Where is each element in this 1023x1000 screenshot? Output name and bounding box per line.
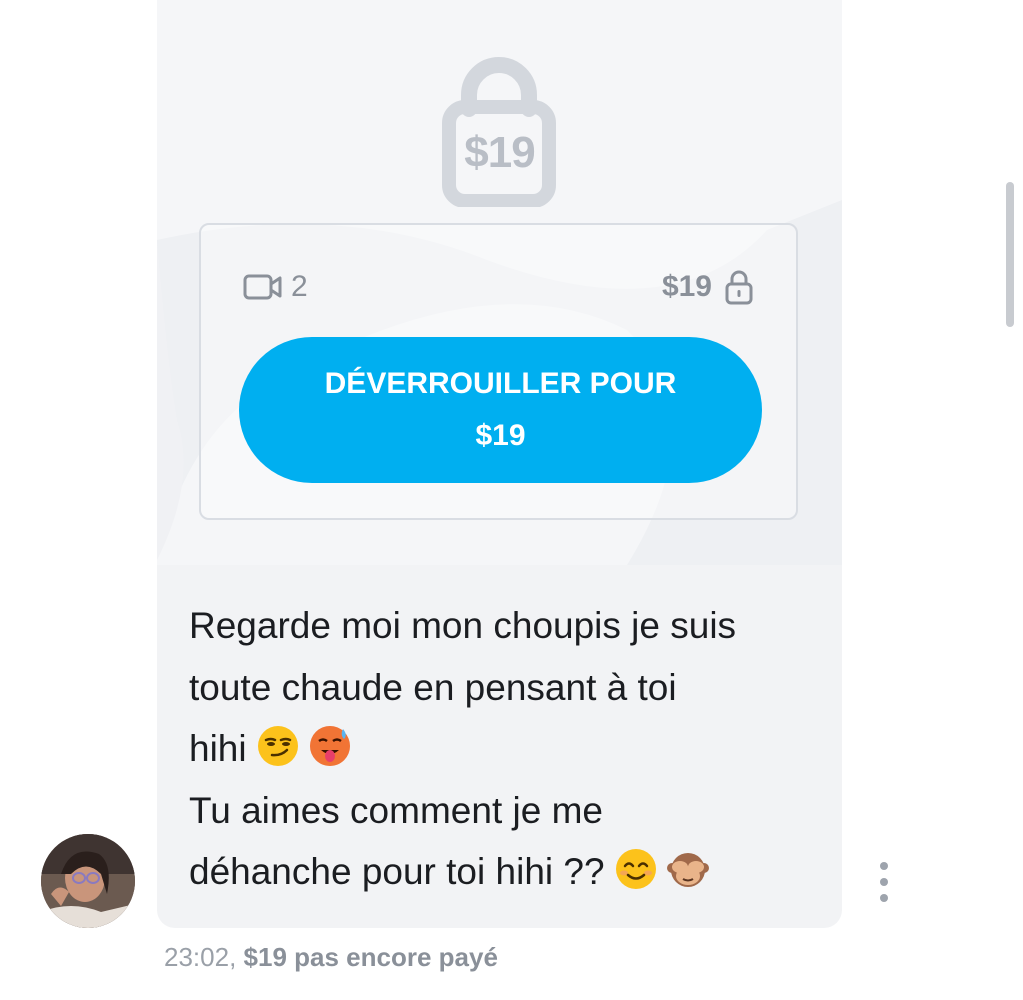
message-line-with-emoji: hihi (189, 718, 819, 780)
message-line: déhanche pour toi hihi ?? (189, 851, 605, 892)
media-info-box: 2 $19 DÉVERROUILLER POUR $19 (199, 223, 798, 520)
message-text: Regarde moi mon choupis je suis toute ch… (189, 595, 819, 903)
locked-media-preview[interactable]: $19 2 $19 DÉVERROUILLER POUR $19 (157, 0, 842, 565)
message-line-with-emoji: déhanche pour toi hihi ?? (189, 841, 819, 903)
payment-status: $19 pas encore payé (243, 942, 498, 972)
media-price: $19 (662, 267, 754, 307)
message-timestamp: 23:02, (164, 942, 237, 972)
video-camera-icon (243, 274, 282, 300)
smiling-face-emoji-icon (615, 849, 656, 889)
media-price-value: $19 (661, 270, 712, 303)
scrollbar[interactable] (1006, 182, 1014, 327)
hot-face-emoji-icon (310, 726, 351, 766)
see-no-evil-monkey-emoji-icon (667, 853, 710, 887)
padlock-icon (725, 270, 753, 305)
unlock-button-label-line1: DÉVERROUILLER POUR (324, 367, 677, 400)
video-count-value: 2 (291, 270, 308, 303)
unlock-button-label-line2: $19 (475, 419, 526, 452)
message-line: hihi (189, 728, 247, 769)
locked-price-label: $19 (464, 128, 535, 177)
unlock-button[interactable]: DÉVERROUILLER POUR $19 (239, 337, 762, 483)
message-meta: 23:02, $19 pas encore payé (164, 942, 498, 973)
video-count: 2 (243, 269, 308, 305)
more-options-icon[interactable] (872, 862, 896, 902)
avatar-image (41, 834, 135, 928)
sender-avatar[interactable] (41, 834, 135, 928)
message-line: Tu aimes comment je me (189, 789, 603, 831)
dot (880, 862, 888, 870)
dot (880, 894, 888, 902)
message-bubble: $19 2 $19 DÉVERROUILLER POUR $19 Regarde… (157, 0, 842, 928)
smirking-face-emoji-icon (257, 726, 298, 766)
dot (880, 878, 888, 886)
message-line: Regarde moi mon choupis je suis (189, 605, 737, 646)
message-line: toute chaude en pensant à toi (189, 666, 677, 708)
